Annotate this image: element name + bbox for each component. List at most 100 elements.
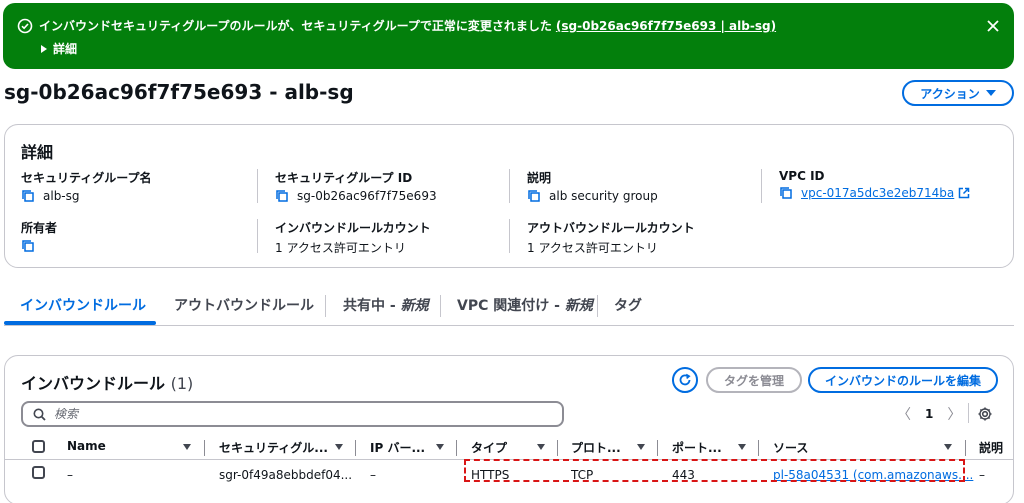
row-checkbox[interactable] xyxy=(32,466,45,479)
active-tab-indicator xyxy=(4,321,156,325)
search-box xyxy=(21,401,564,427)
inbound-rules-count: (1) xyxy=(170,374,194,393)
column-divider xyxy=(965,440,966,456)
cell-description: – xyxy=(979,468,985,482)
edit-inbound-rules-button[interactable]: インバウンドのルールを編集 xyxy=(808,367,998,393)
column-divider xyxy=(456,440,457,456)
divider xyxy=(968,403,969,423)
tab-divider xyxy=(597,295,598,317)
tab-sharing-label: 共有中 - xyxy=(343,298,401,314)
copy-icon[interactable] xyxy=(275,189,289,203)
divider xyxy=(257,219,258,253)
sort-icon[interactable] xyxy=(637,444,645,450)
copy-icon[interactable] xyxy=(779,186,793,200)
sg-name-value: alb-sg xyxy=(43,189,80,203)
flash-details-toggle[interactable]: 詳細 xyxy=(41,40,77,57)
table-header: Name セキュリティグル... IP バー... タイプ プロト... ポート… xyxy=(5,434,1013,460)
column-divider xyxy=(758,440,759,456)
copy-icon[interactable] xyxy=(21,189,35,203)
sort-icon[interactable] xyxy=(335,444,343,450)
description-label: 説明 xyxy=(527,171,552,185)
col-rule-id[interactable]: セキュリティグル... xyxy=(219,439,328,456)
col-name[interactable]: Name xyxy=(67,439,106,453)
sg-id-label: セキュリティグループ ID xyxy=(275,171,413,185)
col-port[interactable]: ポート... xyxy=(672,439,722,456)
flash-details-label: 詳細 xyxy=(53,42,78,56)
manage-tags-button[interactable]: タグを管理 xyxy=(706,367,802,393)
actions-button-label: アクション xyxy=(920,86,980,101)
sg-id-value: sg-0b26ac96f7f75e693 xyxy=(297,189,437,203)
gear-icon[interactable] xyxy=(977,406,993,422)
vpc-id-field: VPC ID vpc-017a5dc3e2eb714ba xyxy=(779,169,970,200)
description-value: alb security group xyxy=(549,189,658,203)
sort-icon[interactable] xyxy=(944,444,952,450)
pagination: 〈 1 〉 xyxy=(897,404,961,424)
tab-inbound-rules[interactable]: インバウンドルール xyxy=(20,295,146,315)
flash-message: インバウンドセキュリティグループのルールが、セキュリティグループで正常に変更され… xyxy=(39,17,776,34)
divider xyxy=(761,169,762,203)
tab-divider xyxy=(440,295,441,317)
inbound-rules-title: インバウンドルール (1) xyxy=(21,370,193,394)
cell-ip-version: – xyxy=(370,468,376,482)
copy-icon[interactable] xyxy=(21,239,35,253)
col-source[interactable]: ソース xyxy=(773,439,808,456)
chevron-left-icon[interactable]: 〈 xyxy=(897,404,911,424)
cell-rule-id: sgr-0f49a8ebbdef04... xyxy=(219,468,353,482)
caret-right-icon xyxy=(41,44,47,53)
outbound-count-value: 1 アクセス許可エントリ xyxy=(527,241,658,255)
column-divider xyxy=(557,440,558,456)
search-icon xyxy=(33,408,46,421)
search-input[interactable] xyxy=(54,407,534,421)
tab-vpc-associations-new: 新規 xyxy=(564,298,593,314)
description-field: 説明 alb security group xyxy=(527,169,658,203)
close-icon[interactable] xyxy=(986,19,1000,33)
refresh-button[interactable] xyxy=(672,367,698,393)
copy-icon[interactable] xyxy=(527,189,541,203)
divider xyxy=(509,169,510,203)
cell-name: – xyxy=(67,468,73,482)
tab-tags[interactable]: タグ xyxy=(614,295,642,315)
tab-sharing[interactable]: 共有中 - 新規 xyxy=(343,295,429,315)
column-divider xyxy=(355,440,356,456)
inbound-count-label: インバウンドルールカウント xyxy=(275,221,431,235)
vpc-id-link[interactable]: vpc-017a5dc3e2eb714ba xyxy=(801,186,954,200)
flash-sg-link[interactable]: (sg-0b26ac96f7f75e693 | alb-sg) xyxy=(556,19,776,33)
success-flash-banner: インバウンドセキュリティグループのルールが、セキュリティグループで正常に変更され… xyxy=(3,3,1014,69)
caret-down-icon xyxy=(985,90,996,96)
current-page[interactable]: 1 xyxy=(925,407,933,421)
tab-outbound-rules[interactable]: アウトバウンドルール xyxy=(174,295,314,315)
tab-vpc-associations[interactable]: VPC 関連付け - 新規 xyxy=(457,295,593,315)
external-link-icon[interactable] xyxy=(958,187,970,199)
sg-name-label: セキュリティグループ名 xyxy=(21,171,152,185)
select-all-checkbox[interactable] xyxy=(32,440,45,453)
inbound-rules-title-text: インバウンドルール xyxy=(21,374,166,393)
tab-vpc-associations-label: VPC 関連付け - xyxy=(457,298,565,314)
outbound-count-field: アウトバウンドルールカウント 1 アクセス許可エントリ xyxy=(527,219,695,256)
sort-icon[interactable] xyxy=(537,444,545,450)
sort-icon[interactable] xyxy=(738,444,746,450)
inbound-rules-panel: インバウンドルール (1) タグを管理 インバウンドのルールを編集 〈 1 〉 … xyxy=(4,355,1014,503)
column-divider xyxy=(657,440,658,456)
col-ip-version[interactable]: IP バー... xyxy=(370,439,425,456)
column-divider xyxy=(204,440,205,456)
chevron-right-icon[interactable]: 〉 xyxy=(947,404,961,424)
outbound-count-label: アウトバウンドルールカウント xyxy=(527,221,695,235)
tab-bar: インバウンドルール アウトバウンドルール 共有中 - 新規 VPC 関連付け -… xyxy=(4,286,1014,326)
actions-button[interactable]: アクション xyxy=(902,80,1014,106)
sort-icon[interactable] xyxy=(436,444,444,450)
page-title: sg-0b26ac96f7f75e693 - alb-sg xyxy=(4,80,354,104)
sg-id-field: セキュリティグループ ID sg-0b26ac96f7f75e693 xyxy=(275,169,437,203)
vpc-id-label: VPC ID xyxy=(779,169,825,183)
owner-field: 所有者 xyxy=(21,219,57,253)
details-heading: 詳細 xyxy=(21,143,54,162)
tab-sharing-new: 新規 xyxy=(400,298,429,314)
sort-icon[interactable] xyxy=(183,444,191,450)
col-type[interactable]: タイプ xyxy=(471,439,507,456)
divider xyxy=(257,169,258,203)
sg-name-field: セキュリティグループ名 alb-sg xyxy=(21,169,152,203)
inbound-count-value: 1 アクセス許可エントリ xyxy=(275,241,406,255)
highlight-annotation xyxy=(464,459,965,482)
col-protocol[interactable]: プロト... xyxy=(571,439,621,456)
details-panel: 詳細 セキュリティグループ名 alb-sg セキュリティグループ ID sg-0… xyxy=(4,124,1014,268)
col-description[interactable]: 説明 xyxy=(979,439,1003,456)
